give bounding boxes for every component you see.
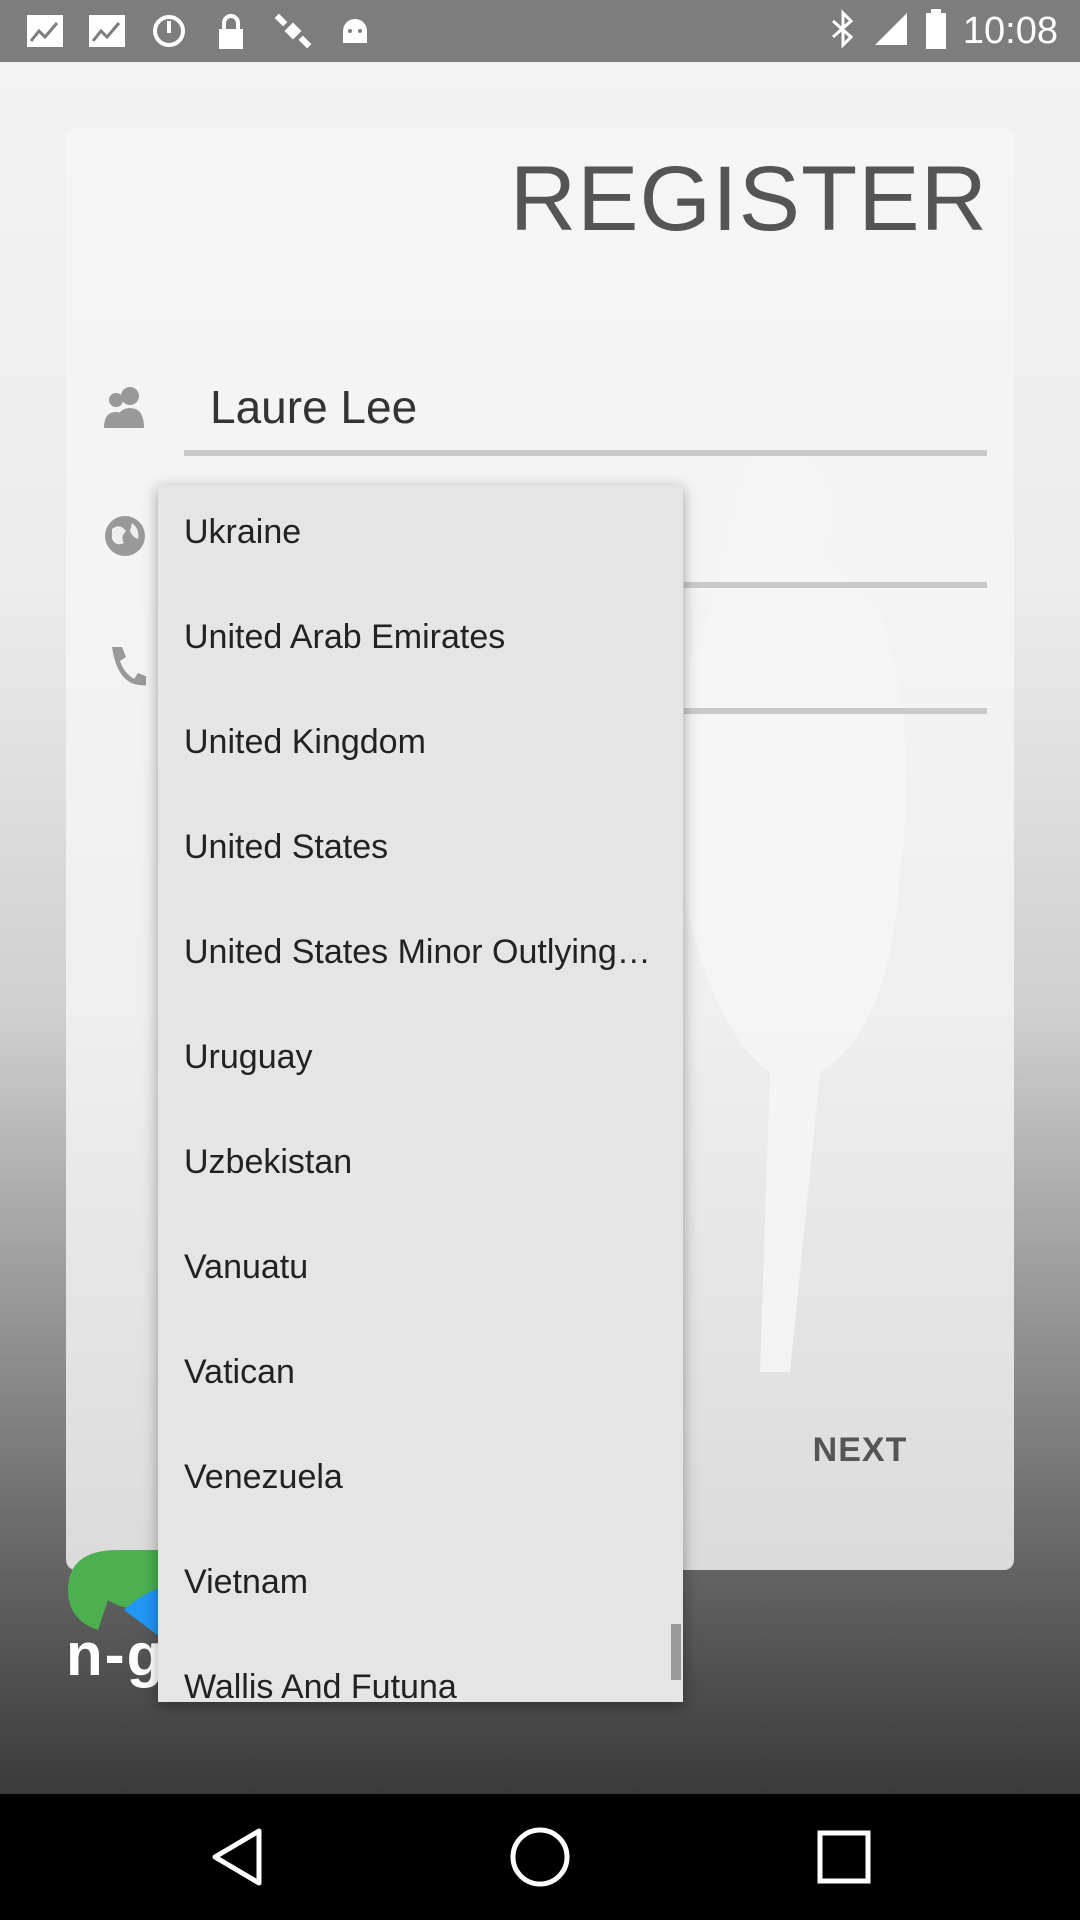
iifl-markets-icon (86, 10, 128, 52)
status-bar: 10:08 (0, 0, 1080, 62)
phone-icon (106, 643, 152, 689)
status-right-icons: 10:08 (829, 8, 1058, 54)
next-button[interactable]: NEXT (790, 1420, 930, 1480)
navigation-bar (0, 1794, 1080, 1920)
dropdown-item[interactable]: Wallis And Futuna (158, 1640, 683, 1702)
dropdown-item[interactable]: Venezuela (158, 1430, 683, 1535)
dropdown-item-label: Vatican (184, 1353, 295, 1391)
dropdown-item-label: United Arab Emirates (184, 618, 506, 656)
page-title: REGISTER (509, 148, 988, 250)
name-input-value: Laure Lee (210, 381, 418, 433)
dropdown-item-label: Wallis And Futuna (184, 1668, 457, 1702)
status-left-icons (24, 10, 376, 52)
country-dropdown[interactable]: Ukraine United Arab Emirates United King… (158, 485, 683, 1702)
dropdown-item-label: Vanuatu (184, 1248, 309, 1286)
dropdown-item-label: Venezuela (184, 1458, 343, 1496)
bluetooth-icon (829, 8, 857, 54)
dropdown-item-label: Uzbekistan (184, 1143, 353, 1181)
country-field-underline (684, 582, 987, 588)
android-icon (334, 10, 376, 52)
dropdown-item-label: United States Minor Outlying… (184, 933, 651, 971)
phone-field-underline (684, 708, 987, 714)
dropdown-item-label: Ukraine (184, 513, 302, 551)
dropdown-item[interactable]: Uzbekistan (158, 1115, 683, 1220)
recents-icon[interactable] (807, 1820, 881, 1894)
dropdown-item[interactable]: Vietnam (158, 1535, 683, 1640)
dropdown-item[interactable]: Uruguay (158, 1010, 683, 1115)
iifl-markets-icon (24, 10, 66, 52)
dropdown-item[interactable]: Ukraine (158, 485, 683, 590)
battery-icon (925, 8, 947, 54)
dropdown-item-label: Vietnam (184, 1563, 309, 1601)
dropdown-item[interactable]: Vanuatu (158, 1220, 683, 1325)
satellite-icon (272, 10, 314, 52)
sync-icon (148, 10, 190, 52)
dropdown-item-label: United Kingdom (184, 723, 426, 761)
lock-icon (210, 10, 252, 52)
home-icon[interactable] (503, 1820, 577, 1894)
logo-text: n-g (66, 1621, 166, 1688)
dropdown-item-label: Uruguay (184, 1038, 313, 1076)
user-icon (102, 384, 148, 430)
dropdown-item[interactable]: United States (158, 800, 683, 905)
name-input[interactable]: Laure Lee (184, 370, 987, 456)
signal-icon (873, 11, 909, 52)
dropdown-scrollbar[interactable] (671, 1624, 681, 1680)
dropdown-item[interactable]: United Kingdom (158, 695, 683, 800)
status-time: 10:08 (962, 9, 1058, 52)
dropdown-item[interactable]: Vatican (158, 1325, 683, 1430)
back-icon[interactable] (200, 1820, 274, 1894)
dropdown-item[interactable]: United Arab Emirates (158, 590, 683, 695)
dropdown-item-label: United States (184, 828, 389, 866)
dropdown-item[interactable]: United States Minor Outlying… (158, 905, 683, 1010)
globe-icon (102, 513, 148, 559)
